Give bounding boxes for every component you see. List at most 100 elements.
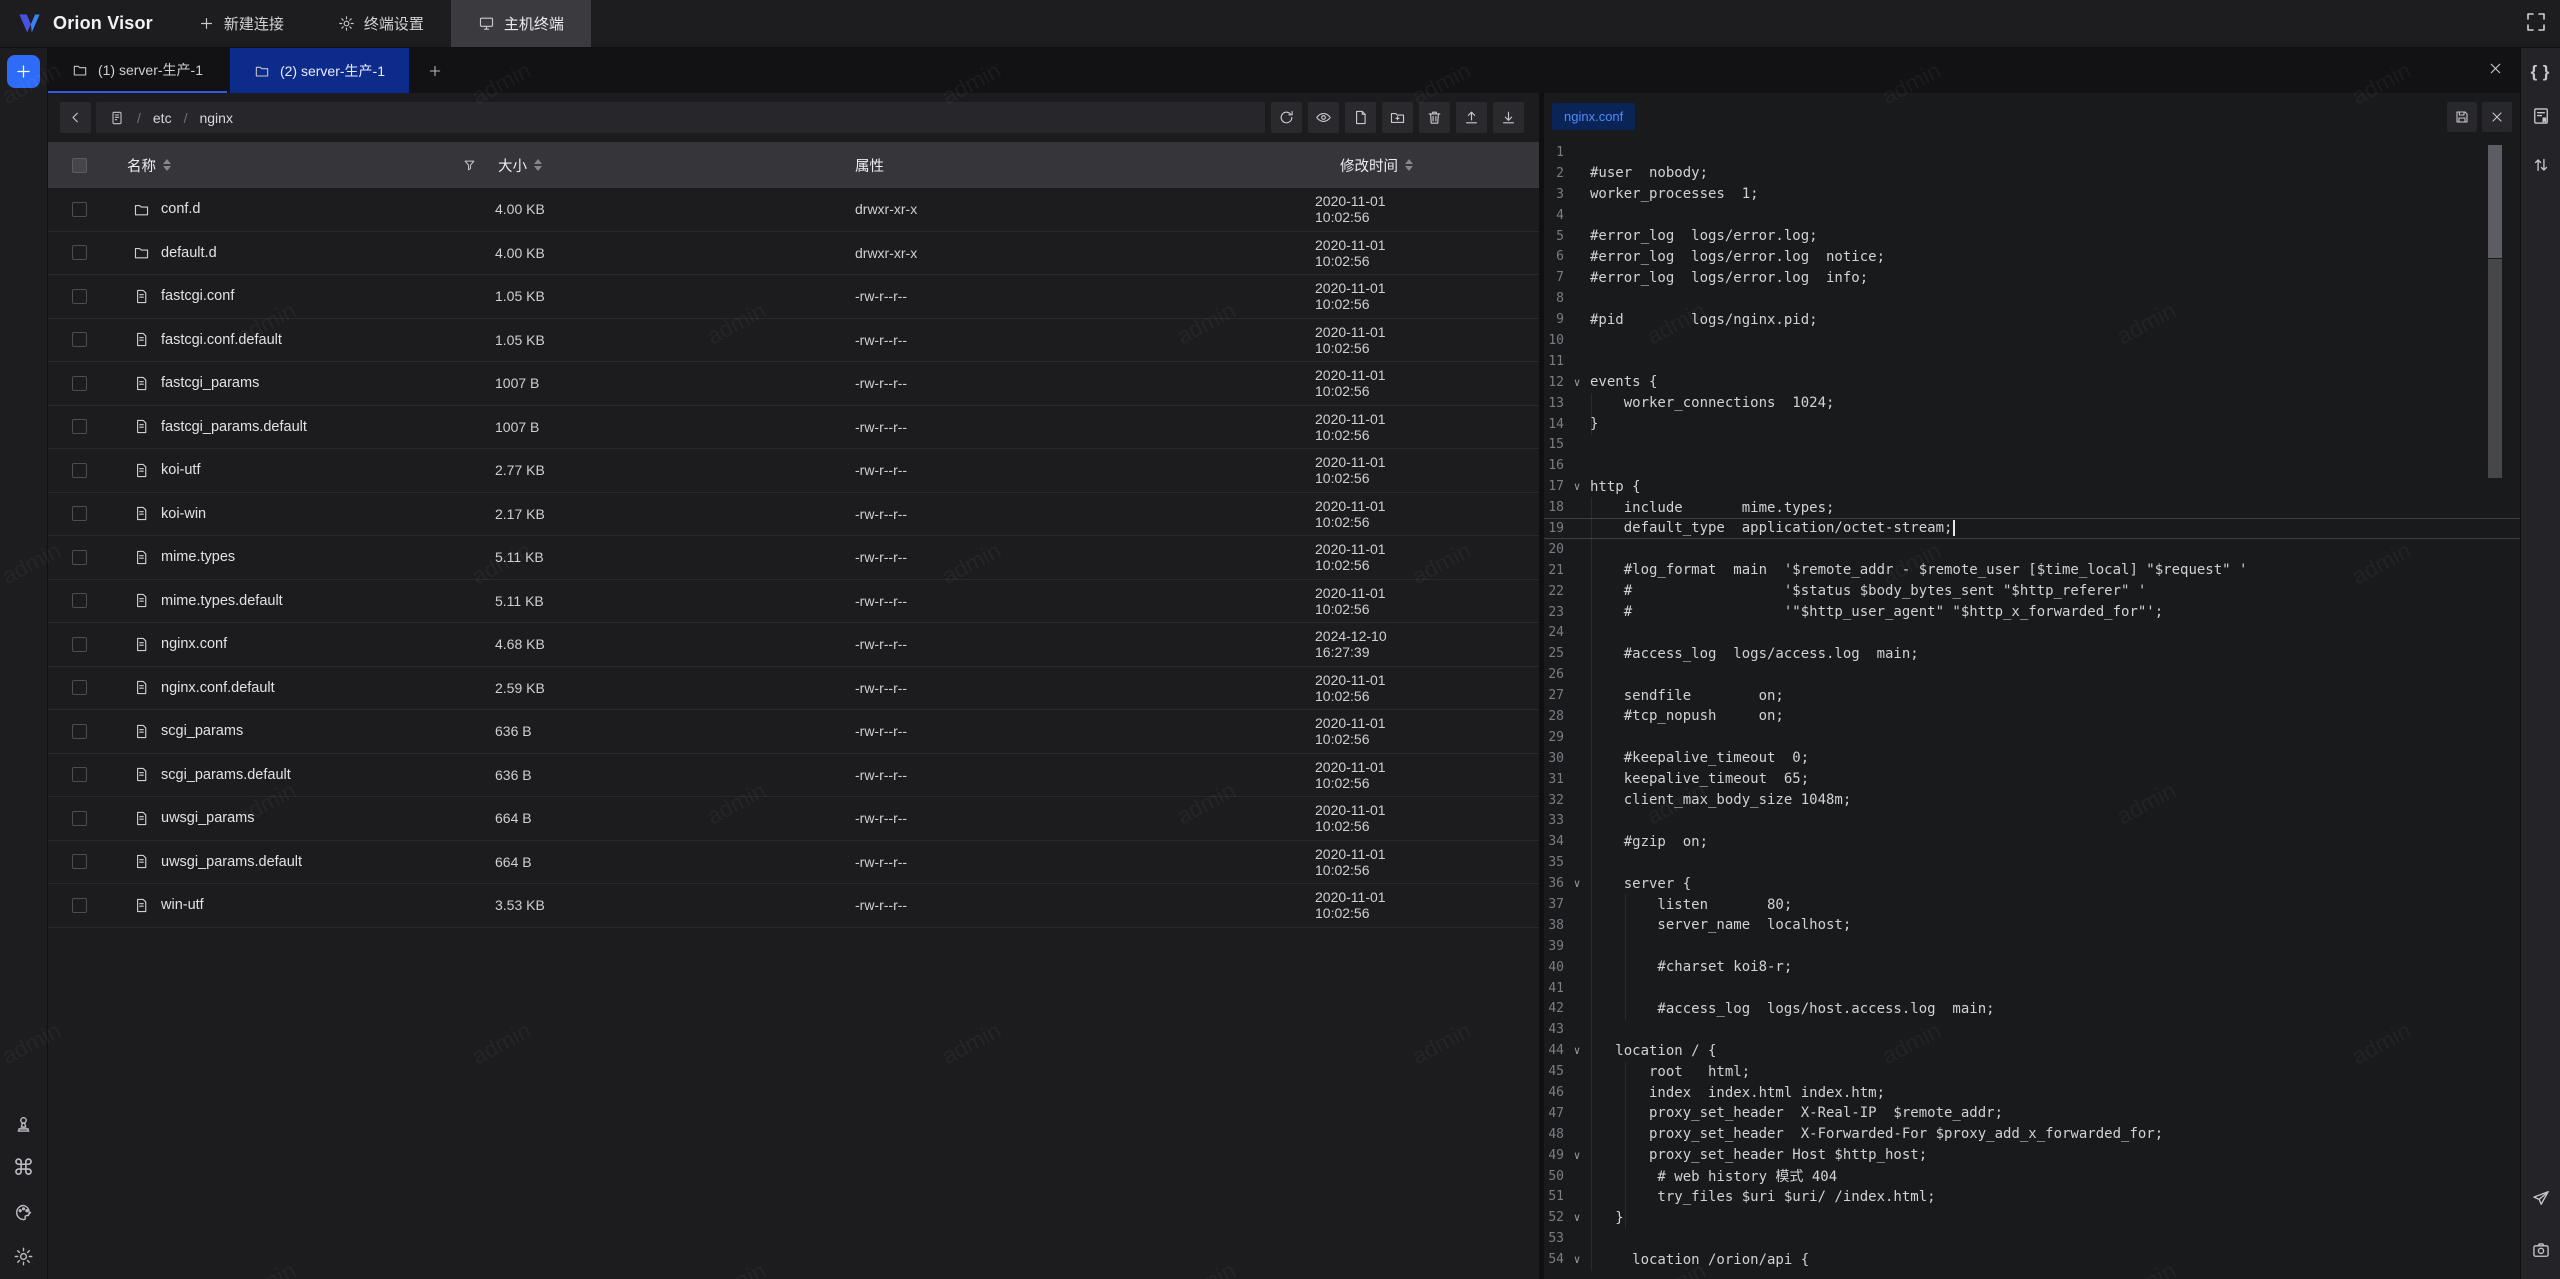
open-file-tag[interactable]: nginx.conf — [1552, 103, 1635, 130]
sort-size-icon[interactable] — [534, 159, 542, 172]
file-name[interactable]: uwsgi_params.default — [161, 854, 302, 870]
file-name[interactable]: koi-utf — [161, 462, 201, 478]
sort-mtime-icon[interactable] — [1405, 159, 1413, 172]
table-row[interactable]: uwsgi_params.default664 B-rw-r--r--2020-… — [48, 841, 1539, 885]
code-line-39[interactable]: 39 — [1544, 936, 2520, 957]
code-line-3[interactable]: 3worker_processes 1; — [1544, 184, 2520, 205]
back-button[interactable] — [60, 102, 91, 133]
code-line-51[interactable]: 51 try_files $uri $uri/ /index.html; — [1544, 1187, 2520, 1208]
file-name[interactable]: scgi_params.default — [161, 767, 291, 783]
delete-button[interactable] — [1419, 102, 1450, 133]
code-line-9[interactable]: 9#pid logs/nginx.pid; — [1544, 309, 2520, 330]
row-checkbox[interactable] — [72, 680, 87, 695]
code-line-36[interactable]: 36∨ server { — [1544, 873, 2520, 894]
fold-toggle-icon[interactable]: ∨ — [1564, 1044, 1590, 1057]
code-line-31[interactable]: 31 keepalive_timeout 65; — [1544, 769, 2520, 790]
code-line-20[interactable]: 20 — [1544, 539, 2520, 560]
editor-scrollbar[interactable] — [2488, 93, 2502, 1279]
terminal-tab-1[interactable]: (1) server-生产-1 — [48, 48, 227, 93]
fold-toggle-icon[interactable]: ∨ — [1564, 1149, 1590, 1162]
file-name[interactable]: fastcgi_params.default — [161, 419, 307, 435]
code-line-40[interactable]: 40 #charset koi8-r; — [1544, 957, 2520, 978]
file-name[interactable]: fastcgi_params — [161, 375, 259, 391]
code-line-30[interactable]: 30 #keepalive_timeout 0; — [1544, 748, 2520, 769]
table-row[interactable]: uwsgi_params664 B-rw-r--r--2020-11-01 10… — [48, 797, 1539, 841]
column-header-mtime[interactable]: 修改时间 — [1340, 155, 1398, 176]
new-folder-button[interactable] — [1382, 102, 1413, 133]
column-header-size[interactable]: 大小 — [498, 155, 527, 176]
code-line-42[interactable]: 42 #access_log logs/host.access.log main… — [1544, 999, 2520, 1020]
table-row[interactable]: win-utf3.53 KB-rw-r--r--2020-11-01 10:02… — [48, 884, 1539, 928]
table-row[interactable]: nginx.conf.default2.59 KB-rw-r--r--2020-… — [48, 667, 1539, 711]
table-row[interactable]: scgi_params.default636 B-rw-r--r--2020-1… — [48, 754, 1539, 798]
table-row[interactable]: mime.types5.11 KB-rw-r--r--2020-11-01 10… — [48, 536, 1539, 580]
scrollbar-thumb[interactable] — [2488, 145, 2502, 258]
code-line-29[interactable]: 29 — [1544, 727, 2520, 748]
code-line-53[interactable]: 53 — [1544, 1228, 2520, 1249]
user-button[interactable] — [13, 1113, 35, 1135]
fold-toggle-icon[interactable]: ∨ — [1564, 480, 1590, 493]
row-checkbox[interactable] — [72, 898, 87, 913]
table-row[interactable]: fastcgi_params.default1007 B-rw-r--r--20… — [48, 406, 1539, 450]
table-row[interactable]: conf.d4.00 KBdrwxr-xr-x2020-11-01 10:02:… — [48, 188, 1539, 232]
fold-toggle-icon[interactable]: ∨ — [1564, 1253, 1590, 1266]
code-line-38[interactable]: 38 server_name localhost; — [1544, 915, 2520, 936]
new-tab-plus-button[interactable] — [7, 55, 40, 88]
column-header-name[interactable]: 名称 — [127, 155, 156, 176]
code-line-54[interactable]: 54∨ location /orion/api { — [1544, 1249, 2520, 1270]
table-row[interactable]: koi-utf2.77 KB-rw-r--r--2020-11-01 10:02… — [48, 449, 1539, 493]
swap-button[interactable] — [2531, 155, 2551, 180]
download-button[interactable] — [1493, 102, 1524, 133]
code-line-7[interactable]: 7#error_log logs/error.log info; — [1544, 267, 2520, 288]
menu-item-host-terminal[interactable]: 主机终端 — [451, 0, 591, 47]
code-line-52[interactable]: 52∨ } — [1544, 1207, 2520, 1228]
code-line-12[interactable]: 12∨events { — [1544, 372, 2520, 393]
code-line-43[interactable]: 43 — [1544, 1019, 2520, 1040]
row-checkbox[interactable] — [72, 724, 87, 739]
filter-icon[interactable] — [462, 158, 477, 173]
code-line-10[interactable]: 10 — [1544, 330, 2520, 351]
code-line-47[interactable]: 47 proxy_set_header X-Real-IP $remote_ad… — [1544, 1103, 2520, 1124]
file-name[interactable]: fastcgi.conf — [161, 288, 234, 304]
save-file-button[interactable] — [2447, 102, 2477, 132]
settings-button[interactable] — [13, 1245, 35, 1267]
file-name[interactable]: nginx.conf.default — [161, 680, 275, 696]
row-checkbox[interactable] — [72, 811, 87, 826]
table-row[interactable]: koi-win2.17 KB-rw-r--r--2020-11-01 10:02… — [48, 493, 1539, 537]
table-row[interactable]: fastcgi.conf1.05 KB-rw-r--r--2020-11-01 … — [48, 275, 1539, 319]
code-line-45[interactable]: 45 root html; — [1544, 1061, 2520, 1082]
code-line-37[interactable]: 37 listen 80; — [1544, 894, 2520, 915]
file-name[interactable]: fastcgi.conf.default — [161, 332, 282, 348]
row-checkbox[interactable] — [72, 202, 87, 217]
code-line-50[interactable]: 50 # web history 模式 404 — [1544, 1166, 2520, 1187]
code-line-18[interactable]: 18 include mime.types; — [1544, 497, 2520, 518]
add-tab-button[interactable] — [412, 48, 458, 93]
refresh-button[interactable] — [1271, 102, 1302, 133]
sort-name-icon[interactable] — [163, 159, 171, 172]
table-row[interactable]: fastcgi_params1007 B-rw-r--r--2020-11-01… — [48, 362, 1539, 406]
table-row[interactable]: nginx.conf4.68 KB-rw-r--r--2024-12-10 16… — [48, 623, 1539, 667]
file-name[interactable]: nginx.conf — [161, 636, 227, 652]
code-line-41[interactable]: 41 — [1544, 978, 2520, 999]
code-line-23[interactable]: 23 # '"$http_user_agent" "$http_x_forwar… — [1544, 602, 2520, 623]
doc-bookmark-button[interactable] — [2531, 106, 2551, 131]
row-checkbox[interactable] — [72, 854, 87, 869]
scrollbar-thumb-lower[interactable] — [2488, 259, 2502, 478]
code-line-22[interactable]: 22 # '$status $body_bytes_sent "$http_re… — [1544, 581, 2520, 602]
row-checkbox[interactable] — [72, 463, 87, 478]
code-line-48[interactable]: 48 proxy_set_header X-Forwarded-For $pro… — [1544, 1124, 2520, 1145]
row-checkbox[interactable] — [72, 506, 87, 521]
code-line-24[interactable]: 24 — [1544, 622, 2520, 643]
code-line-26[interactable]: 26 — [1544, 664, 2520, 685]
palette-button[interactable] — [13, 1201, 35, 1223]
file-name[interactable]: uwsgi_params — [161, 810, 255, 826]
code-line-34[interactable]: 34 #gzip on; — [1544, 831, 2520, 852]
row-checkbox[interactable] — [72, 767, 87, 782]
row-checkbox[interactable] — [72, 245, 87, 260]
code-line-28[interactable]: 28 #tcp_nopush on; — [1544, 706, 2520, 727]
command-button[interactable]: ⌘ — [13, 1157, 35, 1179]
row-checkbox[interactable] — [72, 593, 87, 608]
code-line-49[interactable]: 49∨ proxy_set_header Host $http_host; — [1544, 1145, 2520, 1166]
breadcrumb-segment-nginx[interactable]: nginx — [199, 110, 232, 126]
code-line-1[interactable]: 1 — [1544, 142, 2520, 163]
